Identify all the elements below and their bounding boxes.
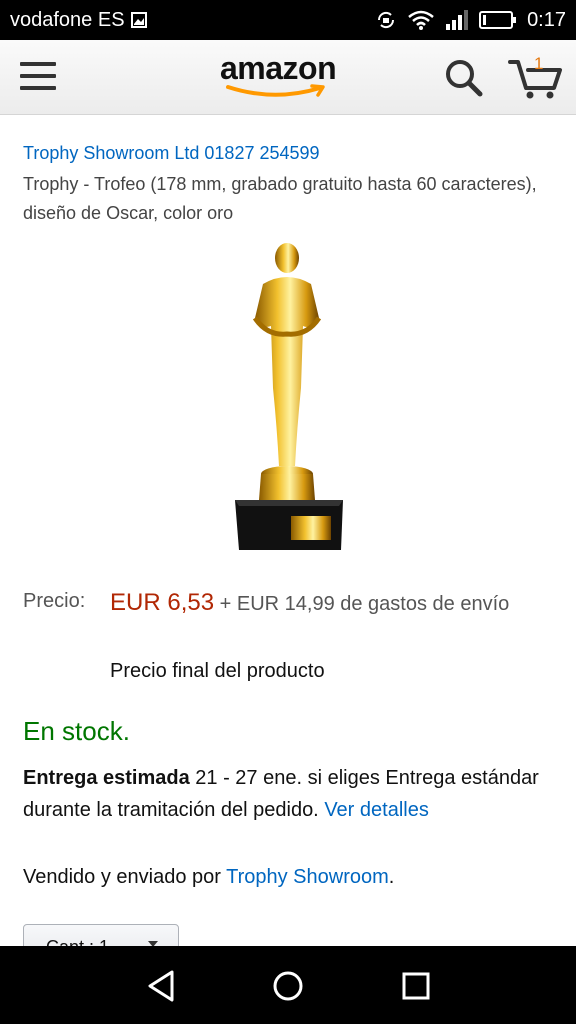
wifi-icon (407, 9, 435, 31)
status-bar: vodafone ES 0:17 (0, 0, 576, 40)
amazon-logo[interactable]: amazon (220, 50, 360, 102)
logo-text: amazon (220, 50, 337, 86)
shipping-cost: + EUR 14,99 de gastos de envío (219, 593, 510, 615)
carrier-name: vodafone ES (10, 8, 125, 31)
search-icon[interactable] (444, 58, 484, 103)
sold-by: Vendido y enviado por Trophy Showroom. (23, 866, 394, 889)
stock-status: En stock. (23, 716, 130, 746)
cart-button[interactable]: 1 (508, 54, 564, 100)
trophy-image (235, 243, 343, 550)
battery-icon (479, 10, 517, 30)
back-icon[interactable] (142, 966, 182, 1006)
seller-link[interactable]: Trophy Showroom Ltd 01827 254599 (23, 143, 320, 164)
clock: 0:17 (527, 8, 566, 31)
signal-icon (445, 9, 469, 31)
cart-count: 1 (534, 54, 544, 73)
home-icon[interactable] (268, 966, 308, 1006)
price-value: EUR 6,53 (110, 589, 215, 616)
rotate-lock-icon (375, 9, 397, 31)
system-nav-bar (0, 946, 576, 1024)
sold-by-link[interactable]: Trophy Showroom (226, 866, 389, 888)
details-link[interactable]: Ver detalles (324, 799, 429, 821)
delivery-estimate: Entrega estimada 21 - 27 ene. si eliges … (23, 762, 543, 826)
image-icon (130, 12, 147, 28)
final-price-note: Precio final del producto (110, 660, 325, 682)
sold-by-suffix: . (388, 866, 395, 888)
price-label: Precio: (23, 590, 86, 612)
recents-icon[interactable] (396, 966, 436, 1006)
smile-arrow-icon (226, 84, 325, 97)
menu-icon[interactable] (20, 62, 56, 94)
sold-by-prefix: Vendido y enviado por (23, 866, 227, 888)
product-title: Trophy - Trofeo (178 mm, grabado gratuit… (23, 174, 537, 223)
product-image[interactable] (215, 238, 355, 558)
price-block: EUR 6,53 + EUR 14,99 de gastos de envío (110, 586, 530, 621)
delivery-label: Entrega estimada (23, 767, 190, 789)
